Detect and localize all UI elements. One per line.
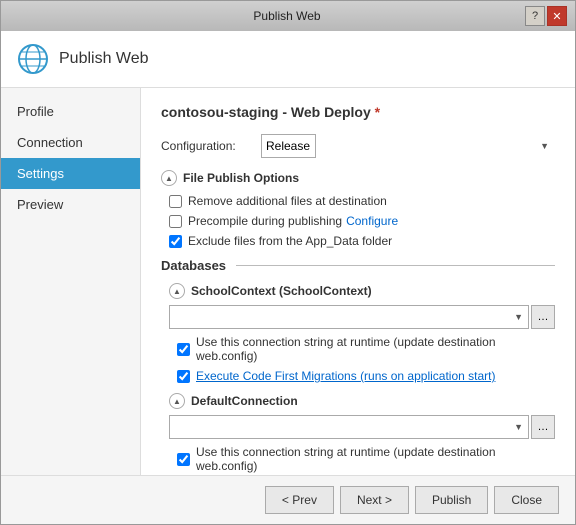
default-connection-select-row: … bbox=[169, 415, 555, 439]
default-conn-runtime-label: Use this connection string at runtime (u… bbox=[196, 445, 555, 473]
sidebar-item-connection[interactable]: Connection bbox=[1, 127, 140, 158]
default-conn-runtime-row: Use this connection string at runtime (u… bbox=[169, 445, 555, 473]
school-code-first-label: Execute Code First Migrations (runs on a… bbox=[196, 369, 495, 383]
asterisk: * bbox=[375, 104, 380, 120]
school-context-collapse-btn[interactable]: ▲ bbox=[169, 283, 185, 299]
dialog-header: Publish Web bbox=[1, 31, 575, 88]
default-connection-select-wrapper bbox=[169, 415, 529, 439]
publish-button[interactable]: Publish bbox=[415, 486, 488, 514]
school-code-first-checkbox[interactable] bbox=[177, 370, 190, 383]
exclude-app-data-row: Exclude files from the App_Data folder bbox=[161, 234, 555, 248]
school-code-first-row: Execute Code First Migrations (runs on a… bbox=[169, 369, 555, 383]
precompile-row: Precompile during publishing Configure bbox=[161, 214, 555, 228]
close-footer-button[interactable]: Close bbox=[494, 486, 559, 514]
globe-icon bbox=[17, 43, 49, 75]
precompile-label: Precompile during publishing bbox=[188, 214, 342, 228]
default-conn-runtime-checkbox[interactable] bbox=[177, 453, 190, 466]
sidebar-item-profile[interactable]: Profile bbox=[1, 96, 140, 127]
default-connection-select[interactable] bbox=[169, 415, 529, 439]
school-conn-runtime-label: Use this connection string at runtime (u… bbox=[196, 335, 555, 363]
precompile-configure-link[interactable]: Configure bbox=[346, 214, 398, 228]
school-context-title: SchoolContext (SchoolContext) bbox=[191, 284, 372, 298]
school-context-section: ▲ SchoolContext (SchoolContext) … Use th… bbox=[161, 283, 555, 383]
default-connection-browse-btn[interactable]: … bbox=[531, 415, 555, 439]
next-button[interactable]: Next > bbox=[340, 486, 409, 514]
exclude-app-data-checkbox[interactable] bbox=[169, 235, 182, 248]
precompile-checkbox[interactable] bbox=[169, 215, 182, 228]
default-connection-section: ▲ DefaultConnection … Use this connectio… bbox=[161, 393, 555, 475]
sidebar: Profile Connection Settings Preview bbox=[1, 88, 141, 475]
file-publish-section-title: File Publish Options bbox=[183, 171, 299, 185]
default-connection-title: DefaultConnection bbox=[191, 394, 298, 408]
configuration-select-wrapper: Release Debug bbox=[261, 134, 555, 158]
title-bar-controls: ? ✕ bbox=[525, 6, 567, 26]
school-conn-runtime-row: Use this connection string at runtime (u… bbox=[169, 335, 555, 363]
publish-web-dialog: Publish Web ? ✕ Publish Web Profile Conn… bbox=[0, 0, 576, 525]
school-context-select-wrapper bbox=[169, 305, 529, 329]
remove-files-label: Remove additional files at destination bbox=[188, 194, 387, 208]
configuration-row: Configuration: Release Debug bbox=[161, 134, 555, 158]
dialog-body: Profile Connection Settings Preview cont… bbox=[1, 88, 575, 475]
sidebar-item-preview[interactable]: Preview bbox=[1, 189, 140, 220]
remove-files-checkbox[interactable] bbox=[169, 195, 182, 208]
help-button[interactable]: ? bbox=[525, 6, 545, 26]
configuration-select[interactable]: Release Debug bbox=[261, 134, 316, 158]
main-content: contosou-staging - Web Deploy * Configur… bbox=[141, 88, 575, 475]
remove-files-row: Remove additional files at destination bbox=[161, 194, 555, 208]
exclude-app-data-label: Exclude files from the App_Data folder bbox=[188, 234, 392, 248]
title-bar: Publish Web ? ✕ bbox=[1, 1, 575, 31]
school-context-browse-btn[interactable]: … bbox=[531, 305, 555, 329]
title-bar-text: Publish Web bbox=[49, 9, 525, 23]
file-publish-section-header: ▲ File Publish Options bbox=[161, 170, 555, 186]
prev-button[interactable]: < Prev bbox=[265, 486, 334, 514]
school-conn-runtime-checkbox[interactable] bbox=[177, 343, 190, 356]
default-connection-header: ▲ DefaultConnection bbox=[169, 393, 555, 409]
databases-divider: Databases bbox=[161, 258, 555, 273]
configuration-label: Configuration: bbox=[161, 139, 261, 153]
file-publish-collapse-btn[interactable]: ▲ bbox=[161, 170, 177, 186]
school-context-select-row: … bbox=[169, 305, 555, 329]
default-connection-collapse-btn[interactable]: ▲ bbox=[169, 393, 185, 409]
sidebar-item-settings[interactable]: Settings bbox=[1, 158, 140, 189]
content-title: contosou-staging - Web Deploy * bbox=[161, 104, 555, 120]
school-context-header: ▲ SchoolContext (SchoolContext) bbox=[169, 283, 555, 299]
school-context-select[interactable] bbox=[169, 305, 529, 329]
dialog-footer: < Prev Next > Publish Close bbox=[1, 475, 575, 524]
dialog-header-title: Publish Web bbox=[59, 50, 149, 68]
databases-label: Databases bbox=[161, 258, 226, 273]
close-button[interactable]: ✕ bbox=[547, 6, 567, 26]
databases-divider-line bbox=[236, 265, 555, 266]
